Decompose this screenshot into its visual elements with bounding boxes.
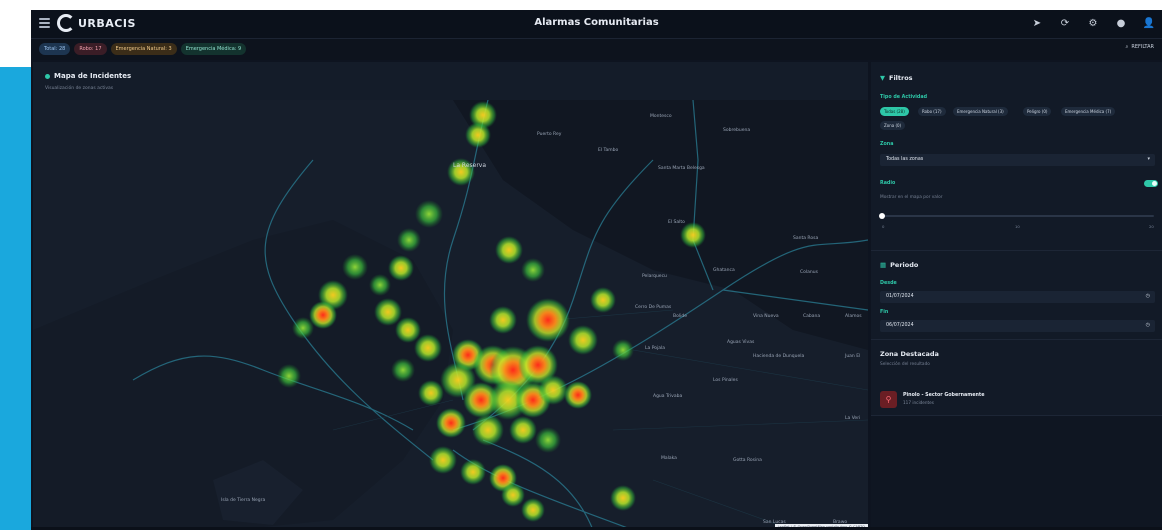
map-label: La Pojala (645, 346, 666, 351)
map-label: Puerto Rey (537, 132, 562, 137)
radius-label: Radio (880, 181, 896, 186)
zone-select-value: Todas las zonas (886, 157, 924, 162)
map-label: La Veri (845, 416, 861, 421)
map-pin-icon (45, 73, 50, 79)
map-label: Montesco (650, 114, 672, 119)
chevron-down-icon: ▾ (1147, 156, 1150, 162)
sync-icon[interactable]: ⟳ (1058, 16, 1072, 30)
selected-zone-card: Zona Destacada Selección del resultado ⚲… (871, 340, 1162, 416)
user-icon[interactable]: 👤 (1142, 16, 1156, 30)
send-icon[interactable]: ➤ (1030, 16, 1044, 30)
chip-emergencia-natural[interactable]: Emergencia Natural: 3 (110, 43, 177, 55)
map-label: Santa Rosa (793, 236, 819, 241)
zone-select[interactable]: Todas las zonas ▾ (880, 154, 1155, 166)
activity-pill-todas[interactable]: Todas (28) (880, 107, 909, 116)
radius-hint: Mostrar en el mapa por valor (880, 195, 943, 200)
activity-pill-emergencia-medica[interactable]: Emergencia Médica (7) (1061, 107, 1116, 116)
filters-title-text: Filtros (889, 74, 913, 82)
map-label: Aguas Vivas (727, 340, 755, 345)
activity-pill-zona[interactable]: Zona (0) (880, 121, 906, 130)
app-window: URBACIS Alarmas Comunitarias ➤ ⟳ ⚙ ● 👤 T… (31, 10, 1162, 530)
map-canvas[interactable] (33, 100, 868, 530)
map-label: Los Pinales (713, 378, 738, 383)
sidebar: ▼ Filtros Tipo de Actividad Todas (28) R… (871, 62, 1162, 530)
period-title: ▦ Periodo (880, 261, 918, 269)
period-card: ▦ Periodo Desde 01/07/2024 ◷ Fin 06/07/2… (871, 251, 1162, 340)
filters-card: ▼ Filtros Tipo de Actividad Todas (28) R… (871, 62, 1162, 251)
map-label: Cerro De Pumas (635, 305, 672, 310)
filter-icon: ▼ (880, 74, 885, 82)
map-label: Isla de Tierra Negra (221, 498, 266, 503)
map-panel: Mapa de Incidentes Visualización de zona… (33, 62, 868, 530)
map-subtitle: Visualización de zonas activas (45, 86, 114, 91)
to-label: Fin (880, 310, 889, 315)
map-label: Colanus (800, 270, 818, 275)
slider-tick: 0 (882, 224, 885, 229)
calendar-picker-icon[interactable]: ◷ (1146, 322, 1150, 328)
selected-zone-incidents: 117 incidentes (903, 400, 934, 405)
top-icons: ➤ ⟳ ⚙ ● 👤 (1030, 16, 1156, 30)
bell-icon[interactable]: ● (1114, 16, 1128, 30)
map-label: Agua Trivaba (653, 394, 683, 399)
map-label: Alamos (845, 314, 862, 319)
from-date-field[interactable]: 01/07/2024 ◷ (880, 291, 1155, 303)
selected-zone-name: Pinolo - Sector Gobernamente (903, 393, 985, 398)
map-label: Ghatanca (713, 268, 735, 273)
chip-robo[interactable]: Robo: 17 (74, 43, 107, 55)
map-label: La Reserva (453, 162, 487, 169)
map-label: Juan El (845, 354, 861, 359)
logo-mark-icon (57, 14, 75, 32)
calendar-icon: ▦ (880, 261, 887, 269)
map-title: Mapa de Incidentes (45, 72, 131, 80)
period-title-text: Periodo (890, 261, 919, 269)
incident-map[interactable]: La Reserva Puerto Rey El Tambo Montesco … (33, 100, 868, 530)
radius-slider-handle[interactable] (879, 213, 885, 219)
map-label: El Tambo (598, 148, 619, 153)
calendar-picker-icon[interactable]: ◷ (1146, 293, 1150, 299)
to-date-value: 06/07/2024 (886, 323, 914, 328)
activity-pill-peligro[interactable]: Peligro (0) (1023, 107, 1052, 116)
from-label: Desde (880, 281, 897, 286)
map-label: Santa Marta Belesga (658, 166, 705, 171)
zone-label: Zona (880, 142, 894, 147)
logo-text: URBACIS (78, 16, 136, 30)
summary-chips: Total: 28 Robo: 17 Emergencia Natural: 3… (39, 43, 247, 55)
chip-total[interactable]: Total: 28 (39, 43, 71, 55)
refresh-label: REFILTAR (1131, 44, 1154, 50)
radius-slider[interactable] (882, 215, 1154, 217)
radius-toggle[interactable] (1144, 180, 1158, 187)
top-bar: URBACIS Alarmas Comunitarias ➤ ⟳ ⚙ ● 👤 (31, 10, 1162, 39)
map-header: Mapa de Incidentes Visualización de zona… (33, 62, 868, 100)
to-date-field[interactable]: 06/07/2024 ◷ (880, 320, 1155, 332)
slider-tick: 20 (1149, 224, 1154, 229)
from-date-value: 01/07/2024 (886, 294, 914, 299)
activity-label: Tipo de Actividad (880, 95, 928, 100)
page-title: Alarmas Comunitarias (534, 17, 659, 28)
map-title-text: Mapa de Incidentes (54, 72, 132, 80)
summary-bar: Total: 28 Robo: 17 Emergencia Natural: 3… (31, 39, 1162, 60)
map-label: Gotta Rosina (733, 458, 762, 463)
search-icon: ⌕ (1125, 44, 1129, 50)
selected-zone-title: Zona Destacada (880, 350, 939, 358)
location-pin-icon: ⚲ (880, 390, 897, 408)
refresh-button[interactable]: ⌕ REFILTAR (1126, 44, 1154, 50)
selected-zone-item[interactable]: ⚲ Pinolo - Sector Gobernamente 117 incid… (880, 387, 1155, 411)
map-label: Cabana (803, 314, 821, 319)
map-label: Malaka (661, 456, 677, 461)
settings-icon[interactable]: ⚙ (1086, 16, 1100, 30)
logo: URBACIS (57, 14, 136, 32)
map-label: Sobrebuena (723, 128, 751, 133)
map-label: Hacienda de Dunquela (753, 354, 805, 359)
map-label: Pelarquecu (642, 274, 667, 279)
activity-pill-emergencia-natural[interactable]: Emergencia Natural (3) (953, 107, 1008, 116)
selected-zone-subtitle: Selección del resultado (880, 362, 930, 367)
map-label: Bolide (673, 314, 687, 319)
activity-pill-robo[interactable]: Robo (17) (918, 107, 946, 116)
slider-tick: 10 (1015, 224, 1020, 229)
map-label: Vina Nueva (753, 314, 779, 319)
chip-emergencia-medica[interactable]: Emergencia Médica: 9 (180, 43, 247, 55)
filters-title: ▼ Filtros (880, 74, 913, 82)
map-label: El Salto (668, 220, 685, 225)
menu-icon[interactable] (39, 18, 50, 28)
